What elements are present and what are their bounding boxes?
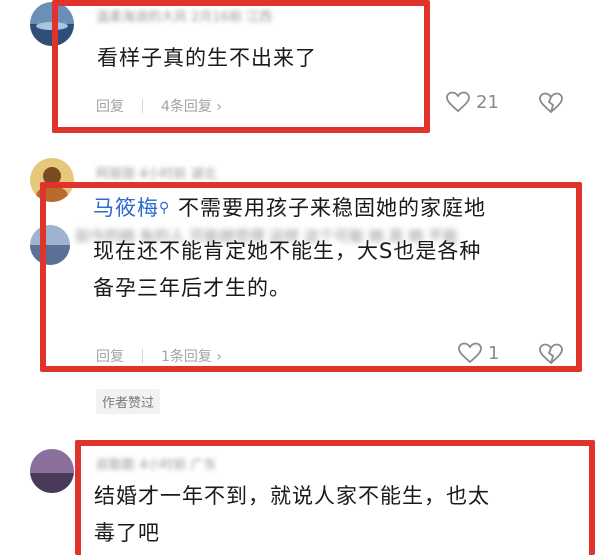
comment-text-line: 现在还不能肯定她不能生，大S也是各种 <box>93 239 482 263</box>
broken-heart-icon <box>539 343 563 365</box>
comment-text-line: 毒了吧 <box>94 521 160 545</box>
heart-icon <box>458 342 482 364</box>
comment-text-segment: 不需要用孩子来稳固她的家庭地 <box>177 196 486 220</box>
avatar-image-icon <box>30 2 74 46</box>
comment-actions: 回复 4条回复 › <box>96 96 222 116</box>
dislike-button[interactable] <box>539 92 563 114</box>
view-replies-button[interactable]: 4条回复 › <box>161 96 222 116</box>
like-button[interactable]: 1 <box>458 342 499 364</box>
like-count: 21 <box>476 91 499 113</box>
comment-text: 结婚才一年不到，就说人家不能生，也太 毒了吧 <box>94 478 490 552</box>
avatar-image-icon <box>30 449 74 493</box>
comment-meta: 叔勒歌 4小时前 广东 <box>96 458 217 473</box>
reply-button[interactable]: 回复 <box>96 96 124 116</box>
search-icon: ⚲ <box>159 200 171 216</box>
comment-text-line: 看样子真的生不出来了 <box>97 46 317 70</box>
dislike-button[interactable] <box>539 343 563 365</box>
divider <box>142 349 143 363</box>
comment-meta: 温柔海浪的大风 2月16前 江西 <box>96 10 273 25</box>
comment-text-line: 马筱梅⚲ 不需要用孩子来稳固她的家庭地 <box>93 190 486 227</box>
mentioned-username[interactable]: 马筱梅 <box>93 196 159 220</box>
comment-actions: 回复 1条回复 › <box>96 346 222 366</box>
avatar[interactable] <box>30 449 74 493</box>
author-liked-badge: 作者赞过 <box>96 389 161 414</box>
broken-heart-icon <box>539 92 563 114</box>
like-count: 1 <box>488 342 500 364</box>
avatar[interactable] <box>30 158 74 202</box>
secondary-avatar[interactable] <box>30 225 70 265</box>
reply-button[interactable]: 回复 <box>96 346 124 366</box>
comment-meta: 阿丽丽 4小时前 湖北 <box>96 167 217 182</box>
divider <box>142 99 143 113</box>
avatar-image-icon <box>30 225 70 265</box>
like-button[interactable]: 21 <box>446 91 499 113</box>
comment-text: 马筱梅⚲ 不需要用孩子来稳固她的家庭地 现在还不能肯定她不能生，大S也是各种 备… <box>93 190 486 307</box>
comment-text-line: 备孕三年后才生的。 <box>93 276 291 300</box>
avatar[interactable] <box>30 2 74 46</box>
comment-text-line: 结婚才一年不到，就说人家不能生，也太 <box>94 484 490 508</box>
view-replies-button[interactable]: 1条回复 › <box>161 346 222 366</box>
heart-icon <box>446 91 470 113</box>
comment-text: 看样子真的生不出来了 <box>97 40 317 77</box>
avatar-image-icon <box>30 158 74 202</box>
